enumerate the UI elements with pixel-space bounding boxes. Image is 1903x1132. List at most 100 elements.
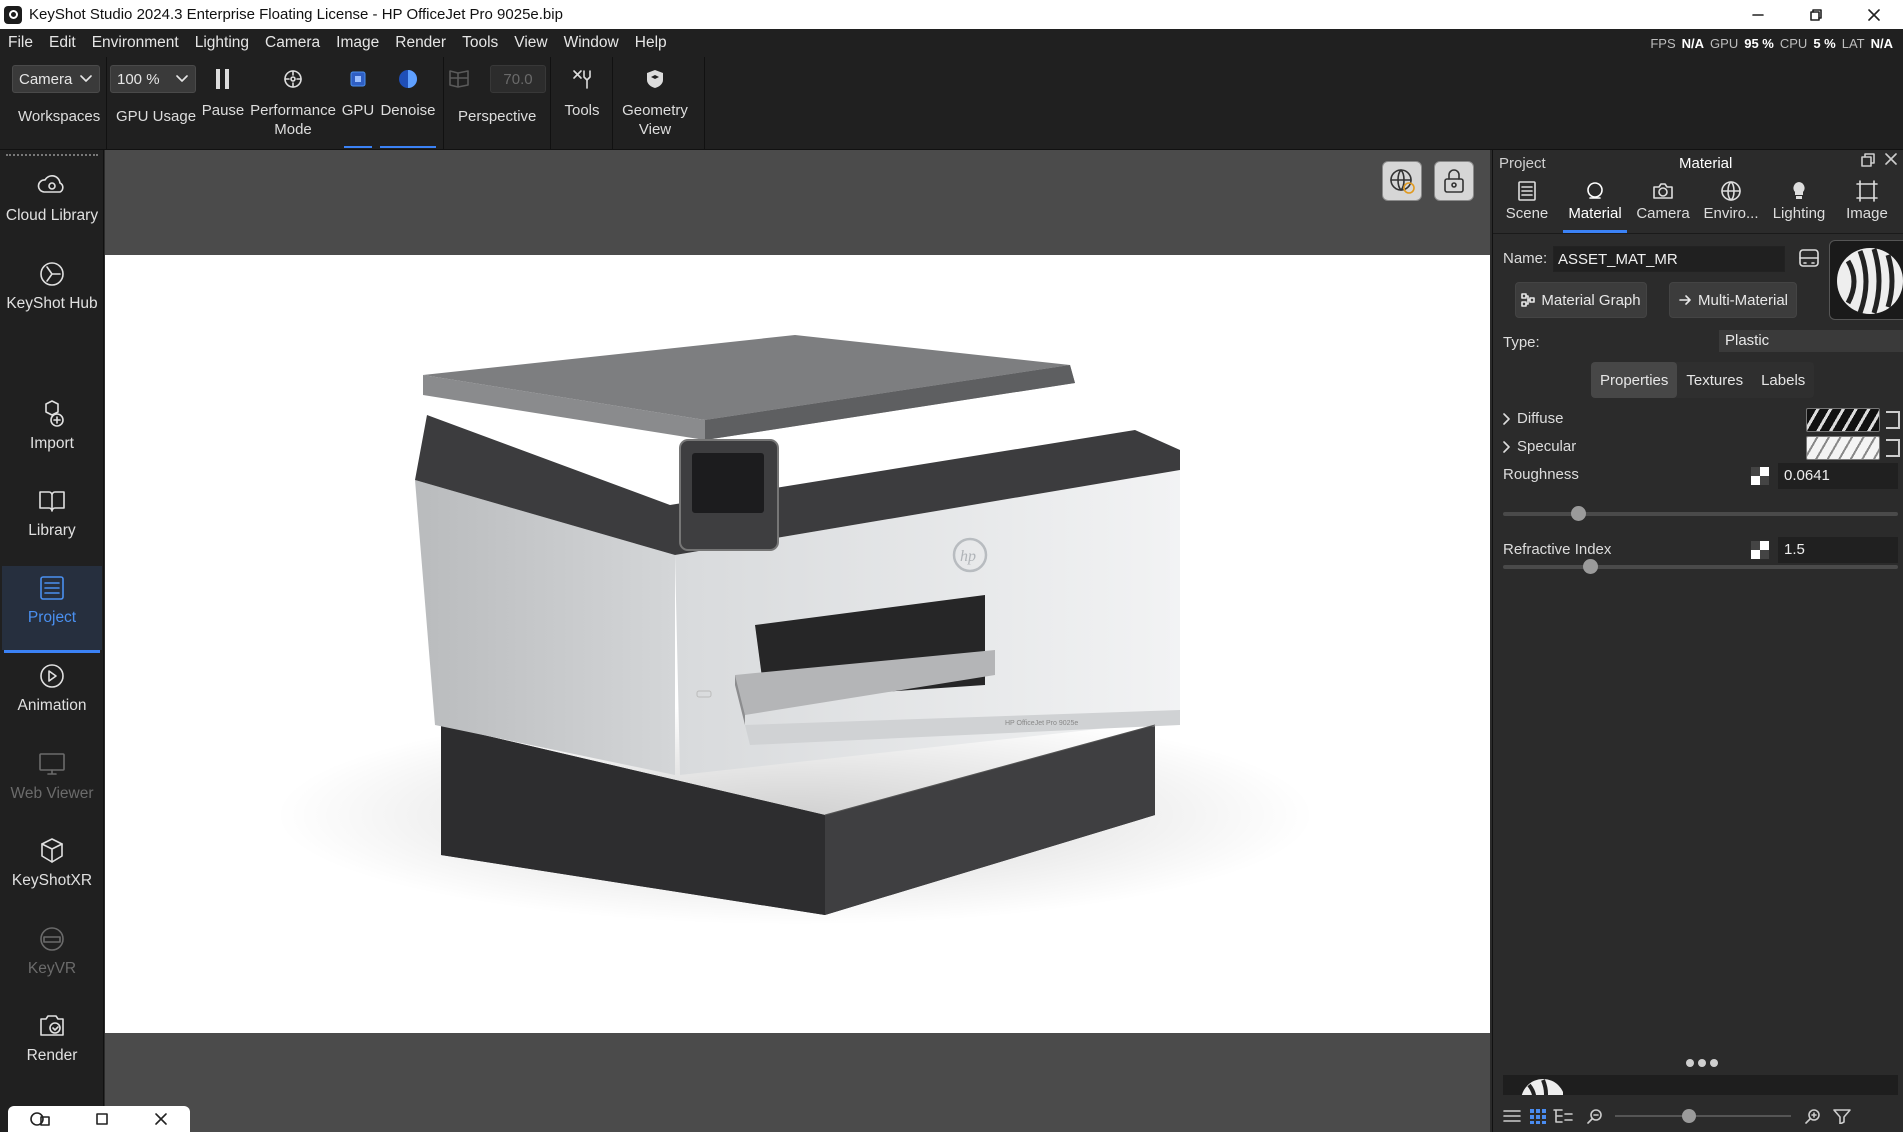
roughness-field[interactable]: 0.0641	[1751, 463, 1903, 489]
material-ball-preview	[1837, 248, 1903, 314]
field-of-view-input[interactable]: 70.0	[490, 65, 546, 93]
menu-environment[interactable]: Environment	[84, 29, 187, 57]
diffuse-row[interactable]: Diffuse	[1503, 410, 1563, 427]
denoise-toggle[interactable]: Denoise	[378, 57, 438, 150]
tab-label: Camera	[1636, 205, 1690, 222]
minimize-button[interactable]	[1729, 0, 1787, 29]
lat-value: N/A	[1870, 35, 1893, 51]
sidebar-item-render[interactable]: Render	[2, 1008, 102, 1066]
gpu-toggle[interactable]: GPU	[340, 57, 376, 150]
tab-material[interactable]: Material	[1561, 177, 1629, 233]
specular-texture-icon[interactable]	[1886, 439, 1900, 457]
material-type-select[interactable]: Plastic	[1719, 330, 1903, 352]
render-viewport[interactable]: hp HP OfficeJet Pro 9025e	[105, 150, 1490, 1132]
grid-view-icon[interactable]	[1529, 1108, 1547, 1124]
material-name-input[interactable]: ASSET_MAT_MR	[1553, 246, 1785, 272]
roughness-slider[interactable]	[1503, 506, 1898, 521]
zoom-in-icon[interactable]	[1805, 1108, 1821, 1124]
tab-environment[interactable]: Enviro...	[1697, 177, 1765, 232]
material-preview-thumbnail[interactable]	[1829, 240, 1903, 320]
subtab-textures[interactable]: Textures	[1677, 362, 1752, 398]
sidebar-item-animation[interactable]: Animation	[2, 658, 102, 716]
refractive-index-slider[interactable]	[1503, 559, 1898, 574]
specular-row[interactable]: Specular	[1503, 438, 1576, 455]
subtab-properties[interactable]: Properties	[1591, 362, 1678, 398]
sidebar-item-web-viewer[interactable]: Web Viewer	[2, 746, 102, 804]
multi-material-button[interactable]: Multi-Material	[1669, 282, 1797, 318]
texture-map-toggle-icon[interactable]	[1751, 541, 1769, 559]
sidebar-item-label: Render	[26, 1047, 78, 1064]
menu-edit[interactable]: Edit	[41, 29, 84, 57]
menu-tools[interactable]: Tools	[454, 29, 506, 57]
tab-image[interactable]: Image	[1833, 177, 1901, 232]
roughness-slider-handle[interactable]	[1571, 506, 1586, 521]
sidebar-item-cloud-library[interactable]: Cloud Library	[2, 168, 102, 226]
save-material-button[interactable]	[1798, 247, 1820, 269]
material-graph-button[interactable]: Material Graph	[1515, 282, 1647, 318]
sidebar-item-keyvr[interactable]: KeyVR	[2, 921, 102, 979]
diffuse-color-swatch[interactable]	[1806, 408, 1880, 432]
menu-help[interactable]: Help	[627, 29, 675, 57]
maximize-icon[interactable]	[95, 1112, 109, 1126]
sidebar-item-keyshotxr[interactable]: KeyShotXR	[2, 833, 102, 891]
restore-button[interactable]	[1787, 0, 1845, 29]
workspace-select[interactable]: Camera	[12, 65, 100, 93]
material-subtabs: Properties Textures Labels	[1591, 362, 1815, 398]
render-canvas[interactable]: hp HP OfficeJet Pro 9025e	[105, 255, 1490, 1033]
refractive-index-field[interactable]: 1.5	[1751, 537, 1903, 563]
close-button[interactable]	[1845, 0, 1903, 29]
close-panel-icon[interactable]	[1885, 153, 1897, 165]
gpu-usage-select[interactable]: 100 %	[110, 65, 196, 93]
tools-button[interactable]: Tools	[556, 57, 608, 150]
menu-window[interactable]: Window	[556, 29, 627, 57]
minimized-window-tab[interactable]	[8, 1106, 190, 1132]
material-library-strip[interactable]	[1503, 1075, 1898, 1095]
save-to-library-icon	[1799, 249, 1819, 267]
gpu-value: 95 %	[1744, 35, 1774, 51]
menu-render[interactable]: Render	[387, 29, 454, 57]
menu-file[interactable]: File	[0, 29, 41, 57]
tab-scene[interactable]: Scene	[1493, 177, 1561, 232]
more-options-icon[interactable]	[1686, 1059, 1718, 1067]
sidebar-item-keyshot-hub[interactable]: KeyShot Hub	[2, 256, 102, 314]
sidebar-item-import[interactable]: Import	[2, 396, 102, 454]
list-view-icon[interactable]	[1503, 1108, 1521, 1124]
sidebar-item-project[interactable]: Project	[2, 566, 102, 650]
close-icon[interactable]	[154, 1112, 168, 1126]
tree-view-icon[interactable]	[1553, 1108, 1573, 1124]
geometry-view-icon	[647, 70, 663, 88]
texture-map-toggle-icon[interactable]	[1751, 467, 1769, 485]
sidebar-item-label: Cloud Library	[5, 207, 99, 224]
panel-subtitle: Material	[1679, 155, 1733, 172]
sidebar-grip[interactable]	[6, 154, 98, 156]
undock-icon[interactable]	[1861, 153, 1875, 167]
menu-image[interactable]: Image	[328, 29, 387, 57]
pause-button[interactable]: Pause	[200, 57, 246, 150]
specular-color-swatch[interactable]	[1806, 436, 1880, 460]
tab-lighting[interactable]: Lighting	[1765, 177, 1833, 232]
tab-label: Lighting	[1772, 205, 1826, 222]
refractive-index-slider-handle[interactable]	[1583, 559, 1598, 574]
geometry-view-button[interactable]: Geometry View	[616, 57, 694, 150]
tools-label: Tools	[564, 102, 600, 119]
zoom-out-icon[interactable]	[1587, 1108, 1603, 1124]
menu-camera[interactable]: Camera	[257, 29, 328, 57]
material-type-value: Plastic	[1725, 332, 1770, 349]
filter-icon[interactable]	[1833, 1108, 1851, 1124]
menu-view[interactable]: View	[506, 29, 555, 57]
tab-camera[interactable]: Camera	[1629, 177, 1697, 232]
gpu-active-indicator	[344, 146, 372, 148]
render-icon	[40, 1015, 64, 1036]
thumbnail-size-slider[interactable]	[1615, 1109, 1791, 1123]
diffuse-texture-icon[interactable]	[1886, 411, 1900, 429]
roughness-value[interactable]: 0.0641	[1778, 463, 1898, 489]
lock-camera-button[interactable]	[1434, 161, 1474, 201]
sidebar-item-library[interactable]: Library	[2, 483, 102, 541]
subtab-labels[interactable]: Labels	[1752, 362, 1814, 398]
performance-mode-button[interactable]: Performance Mode	[248, 57, 338, 150]
environment-sync-button[interactable]	[1382, 161, 1422, 201]
thumbnail-size-handle[interactable]	[1682, 1109, 1696, 1123]
menu-lighting[interactable]: Lighting	[187, 29, 257, 57]
perspective-label[interactable]: Perspective	[458, 108, 536, 125]
refractive-index-value[interactable]: 1.5	[1778, 537, 1898, 563]
